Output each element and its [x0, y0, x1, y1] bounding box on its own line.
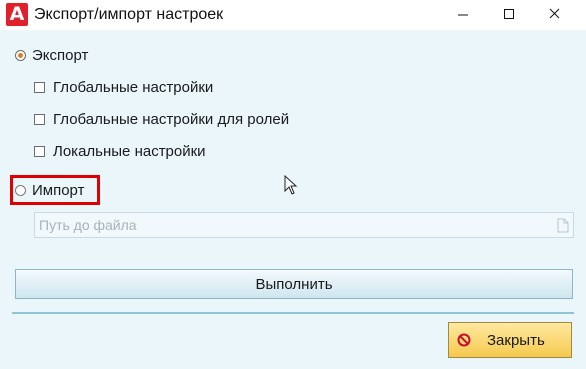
- no-entry-icon: [457, 333, 471, 347]
- file-icon[interactable]: [557, 218, 569, 233]
- import-label: Импорт: [32, 181, 85, 199]
- minimize-icon: [458, 14, 468, 16]
- export-radio[interactable]: [15, 49, 26, 61]
- minimize-button[interactable]: [440, 0, 486, 30]
- file-path-field[interactable]: [34, 212, 574, 238]
- global-role-settings-checkbox[interactable]: [34, 113, 45, 125]
- title-bar: A Экспорт/импорт настроек: [0, 0, 586, 30]
- file-path-input[interactable]: [39, 216, 539, 234]
- mouse-cursor-icon: [284, 175, 298, 195]
- global-role-settings-label: Глобальные настройки для ролей: [53, 110, 290, 128]
- export-label: Экспорт: [32, 46, 89, 64]
- global-settings-checkbox[interactable]: [34, 81, 45, 93]
- close-button[interactable]: Закрыть: [448, 322, 572, 358]
- run-button[interactable]: Выполнить: [15, 269, 573, 299]
- separator-line: [12, 312, 574, 314]
- maximize-button[interactable]: [486, 0, 532, 30]
- export-radio-row[interactable]: Экспорт: [15, 45, 88, 65]
- local-settings-label: Локальные настройки: [53, 142, 206, 160]
- close-window-button[interactable]: [532, 0, 578, 30]
- close-window-icon: [549, 8, 560, 19]
- import-radio[interactable]: [15, 184, 26, 196]
- import-radio-row[interactable]: Импорт: [15, 180, 84, 200]
- app-logo-letter: A: [9, 3, 25, 25]
- window-title: Экспорт/импорт настроек: [34, 6, 224, 23]
- app-logo-icon: A: [6, 3, 28, 26]
- local-settings-checkbox[interactable]: [34, 145, 45, 157]
- global-settings-label: Глобальные настройки: [53, 78, 214, 96]
- option-global-settings[interactable]: Глобальные настройки: [34, 77, 213, 97]
- run-button-label: Выполнить: [255, 275, 333, 293]
- option-local-settings[interactable]: Локальные настройки: [34, 141, 206, 161]
- maximize-icon: [504, 9, 514, 19]
- close-button-label: Закрыть: [487, 331, 545, 349]
- option-global-role-settings[interactable]: Глобальные настройки для ролей: [34, 109, 289, 129]
